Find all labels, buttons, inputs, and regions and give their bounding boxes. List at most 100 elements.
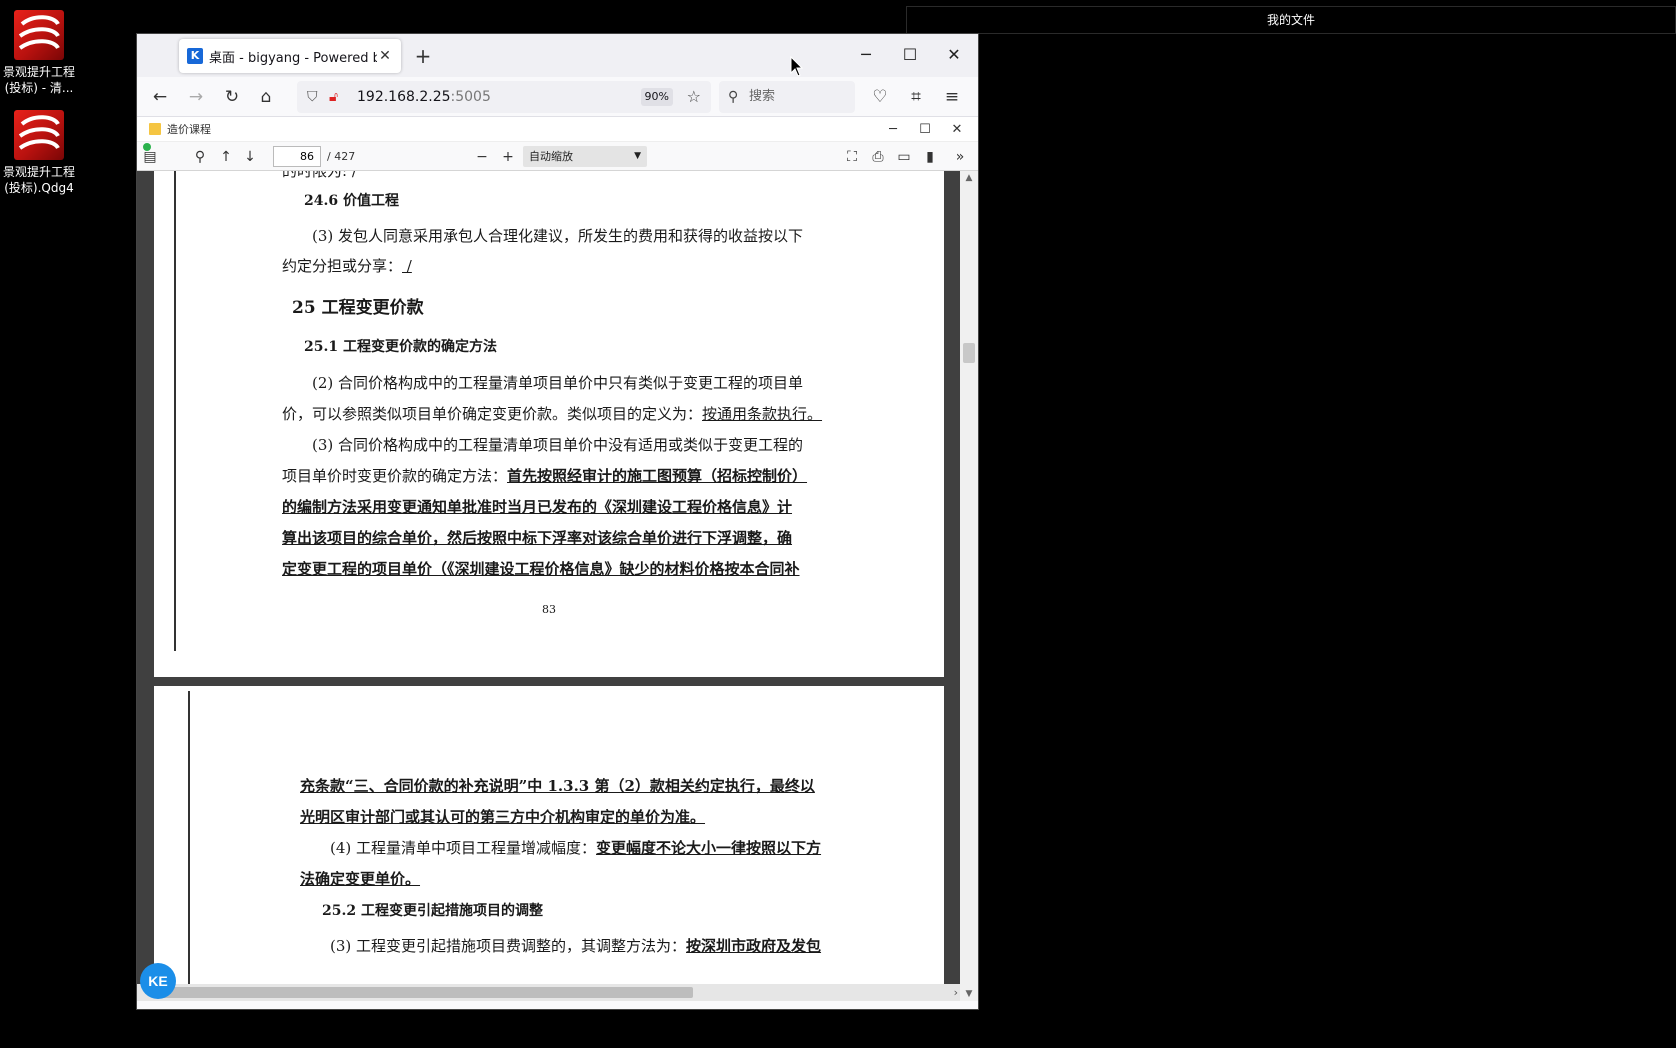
text-line: 定变更工程的项目单价（《深圳建设工程价格信息》缺少的材料价格按本合同补 [282, 560, 800, 578]
navigation-toolbar: ← → ↻ ⌂ ⛉ 🔓︎ 192.168.2.25:5005 90% ☆ ⚲ 搜… [137, 77, 978, 117]
search-input[interactable]: ⚲ 搜索 [719, 81, 855, 113]
underlined-answer: 按深圳市政府及发包 [686, 937, 822, 955]
horizontal-scroll-thumb[interactable] [157, 987, 693, 998]
pdf-page-84: 充条款“三、合同价款的补充说明”中 1.3.3 第（2）款相关约定执行，最终以 … [154, 686, 944, 1001]
horizontal-scrollbar[interactable]: › [137, 984, 962, 1001]
my-files-title-bar[interactable]: 我的文件 [906, 6, 1676, 34]
underlined-answer: / [402, 257, 412, 275]
text-span: (4) 工程量清单中项目工程量增减幅度： [330, 839, 597, 857]
binding-line [174, 171, 176, 651]
page-count: / 427 [327, 150, 356, 163]
page-number-input[interactable]: 86 [273, 146, 321, 167]
desktop-file-icon-2[interactable]: 景观提升工程 (投标).Qdg4 [0, 110, 78, 196]
tools-menu-icon[interactable]: » [949, 146, 971, 168]
pdf-viewport[interactable]: 的时限为: / 24.6 价值工程 (3) 发包人同意采用承包人合理化建议，所发… [137, 171, 978, 1001]
text-line: 的时限为: / [282, 171, 357, 180]
bookmark-icon[interactable]: ▮ [919, 146, 941, 168]
folder-icon [149, 123, 161, 135]
minimize-button[interactable]: ─ [846, 40, 886, 70]
status-dot [143, 143, 151, 151]
text-line: (3) 工程变更引起措施项目费调整的，其调整方法为：按深圳市政府及发包 [330, 936, 821, 956]
search-icon: ⚲ [728, 89, 739, 105]
menu-icon[interactable]: ≡ [937, 83, 967, 111]
zoom-indicator[interactable]: 90% [640, 88, 673, 106]
chevron-down-icon: ▼ [634, 151, 641, 161]
section-heading-24-6: 24.6 价值工程 [304, 193, 399, 209]
url-port: :5005 [450, 89, 491, 105]
address-bar[interactable]: ⛉ 🔓︎ 192.168.2.25:5005 90% ☆ [297, 81, 711, 113]
url-text[interactable]: 192.168.2.25:5005 [357, 81, 491, 113]
scroll-right-icon[interactable]: › [954, 984, 958, 1001]
desktop-file-icon-1[interactable]: 景观提升工程 (投标) - 清... [0, 10, 78, 96]
underlined-answer: 首先按照经审计的施工图预算（招标控制价） [507, 467, 808, 485]
text-span: 项目单价时变更价款的确定方法： [282, 467, 508, 485]
text-span: 价，可以参照类似项目单价确定变更价款。类似项目的定义为： [282, 405, 703, 423]
print-icon[interactable]: ⎙ [867, 146, 889, 168]
app-logo-icon [14, 10, 64, 60]
binding-line [188, 691, 190, 1001]
page-footer-number: 83 [542, 603, 556, 616]
section-heading-25: 25 工程变更价款 [292, 298, 424, 318]
new-tab-button[interactable]: + [411, 44, 435, 68]
text-line: (3) 合同价格构成中的工程量清单项目单价中没有适用或类似于变更工程的 [312, 436, 804, 454]
zoom-select[interactable]: 自动缩放 ▼ [523, 146, 647, 167]
reload-button[interactable]: ↻ [217, 83, 247, 111]
zoom-in-icon[interactable]: + [497, 146, 519, 168]
scroll-down-icon[interactable]: ▼ [960, 989, 978, 999]
search-placeholder: 搜索 [749, 89, 776, 104]
underlined-answer: 按通用条款执行。 [702, 405, 823, 423]
text-line: 充条款“三、合同价款的补充说明”中 1.3.3 第（2）款相关约定执行，最终以 [300, 777, 815, 795]
pdf-window-title: 造价课程 [167, 123, 211, 136]
pdf-page-83: 的时限为: / 24.6 价值工程 (3) 发包人同意采用承包人合理化建议，所发… [154, 171, 944, 677]
pdf-minimize-button[interactable]: ─ [878, 117, 908, 142]
section-heading-25-1: 25.1 工程变更价款的确定方法 [304, 339, 497, 355]
back-button[interactable]: ← [145, 83, 175, 111]
presentation-mode-icon[interactable]: ⛶ [841, 146, 863, 168]
text-line: 价，可以参照类似项目单价确定变更价款。类似项目的定义为：按通用条款执行。 [282, 404, 822, 424]
desktop-file-label-1a: 景观提升工程 [2, 65, 75, 79]
scroll-up-icon[interactable]: ▲ [960, 173, 978, 183]
vertical-scrollbar[interactable]: ▲ ▼ [960, 171, 978, 1001]
desktop: 景观提升工程 (投标) - 清... 景观提升工程 (投标).Qdg4 我的文件… [0, 0, 1676, 1048]
vertical-scroll-thumb[interactable] [963, 343, 975, 363]
shield-icon[interactable]: ⛉ [307, 81, 318, 113]
text-line: 法确定变更单价。 [300, 870, 421, 888]
tab-title: 桌面 - bigyang - Powered by [209, 50, 377, 66]
ke-badge-button[interactable]: KE [140, 963, 176, 999]
site-favicon-icon: K [187, 48, 203, 64]
screenshot-icon[interactable]: ⌗ [901, 83, 931, 111]
close-window-button[interactable]: ✕ [934, 40, 974, 70]
home-button[interactable]: ⌂ [251, 83, 281, 111]
text-span: 约定分担或分享： [282, 257, 403, 275]
bookmark-star-icon[interactable]: ☆ [687, 81, 701, 113]
desktop-file-label-2a: 景观提升工程 [2, 165, 75, 179]
zoom-out-icon[interactable]: − [471, 146, 493, 168]
text-line: 光明区审计部门或其认可的第三方中介机构审定的单价为准。 [300, 808, 706, 826]
mouse-cursor-icon [790, 56, 804, 77]
app-logo-icon [14, 110, 64, 160]
open-file-icon[interactable]: ▭ [893, 146, 915, 168]
text-line: (2) 合同价格构成中的工程量清单项目单价中只有类似于变更工程的项目单 [312, 374, 804, 392]
pocket-icon[interactable]: ♡ [865, 83, 895, 111]
url-host: 192.168.2.25 [357, 89, 451, 105]
previous-page-icon[interactable]: ↑ [215, 146, 237, 168]
browser-tab[interactable]: K 桌面 - bigyang - Powered by ✕ [179, 39, 401, 73]
pdf-close-button[interactable]: ✕ [942, 117, 972, 142]
find-icon[interactable]: ⚲ [189, 146, 211, 168]
text-line: (4) 工程量清单中项目工程量增减幅度：变更幅度不论大小一律按照以下方 [330, 838, 821, 858]
maximize-button[interactable]: ☐ [890, 40, 930, 70]
text-line: 项目单价时变更价款的确定方法：首先按照经审计的施工图预算（招标控制价） [282, 466, 807, 486]
pdf-window-titlebar: 造价课程 ─ ☐ ✕ [137, 117, 978, 142]
text-line: (3) 发包人同意采用承包人合理化建议，所发生的费用和获得的收益按以下 [312, 227, 804, 245]
desktop-file-label-1b: (投标) - 清... [4, 81, 74, 95]
browser-window: K 桌面 - bigyang - Powered by ✕ + ─ ☐ ✕ ← … [136, 33, 979, 1010]
text-line: 算出该项目的综合单价，然后按照中标下浮率对该综合单价进行下浮调整，确 [282, 529, 793, 547]
forward-button[interactable]: → [181, 83, 211, 111]
tab-bar: K 桌面 - bigyang - Powered by ✕ + ─ ☐ ✕ [137, 34, 978, 77]
underlined-answer: 变更幅度不论大小一律按照以下方 [596, 839, 822, 857]
pdf-maximize-button[interactable]: ☐ [910, 117, 940, 142]
insecure-lock-icon[interactable]: 🔓︎ [329, 81, 338, 113]
next-page-icon[interactable]: ↓ [239, 146, 261, 168]
tab-close-icon[interactable]: ✕ [377, 48, 393, 64]
text-span: (3) 工程变更引起措施项目费调整的，其调整方法为： [330, 937, 687, 955]
